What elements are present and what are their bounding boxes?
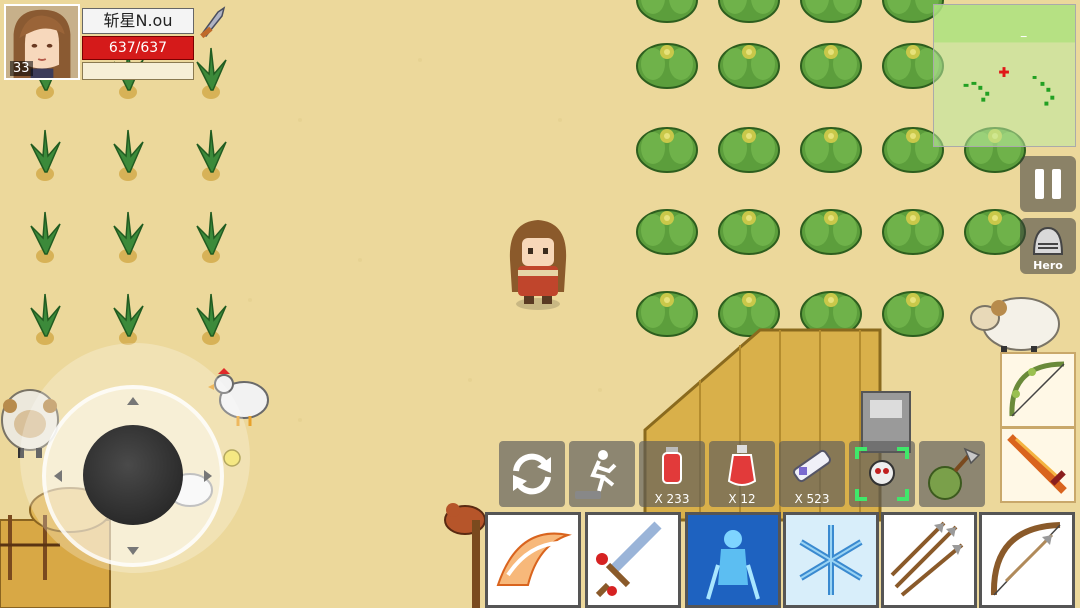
triple-arrow-icon: [890, 521, 964, 597]
skill-bow[interactable]: [979, 512, 1075, 608]
cabbage: [964, 209, 1026, 255]
hero-button[interactable]: Hero: [1020, 218, 1076, 274]
player-name: 斩星N.ou: [82, 8, 194, 34]
cabbage: [882, 291, 944, 337]
refresh-icon: [513, 453, 551, 495]
running-figure-icon: [575, 450, 617, 499]
quick-slot-red-potion[interactable]: X 233: [639, 441, 705, 507]
blue-spirit-icon: [688, 515, 778, 605]
cabbage: [718, 43, 780, 89]
pause-icon: [1035, 169, 1061, 199]
cabbage: [800, 127, 862, 173]
skill-slash-wave[interactable]: [485, 512, 581, 608]
skill-bleeding-sword[interactable]: [585, 512, 681, 608]
quick-slot-big-potion[interactable]: X 12: [709, 441, 775, 507]
cabbage: [800, 209, 862, 255]
snowflake-icon: [786, 515, 876, 605]
big-potion-count: X 12: [728, 492, 756, 506]
signpost: [472, 520, 480, 608]
skill-snowflake[interactable]: [783, 512, 879, 608]
skill-triple-arrow[interactable]: [881, 512, 977, 608]
quick-slot-scroll[interactable]: X 523: [779, 441, 845, 507]
player-hp-bar: 637/637: [82, 36, 194, 60]
player-mp-bar: [82, 62, 194, 80]
minimap[interactable]: [933, 4, 1076, 147]
minimap-player-marker: [999, 67, 1009, 77]
sword-icon[interactable]: [198, 4, 228, 40]
skill-blue-spirit[interactable]: [685, 512, 781, 608]
player-status-card: 33 斩星N.ou 637/637: [4, 4, 226, 80]
cabbage: [636, 43, 698, 89]
cabbage: [636, 291, 698, 337]
auto-run-button[interactable]: [569, 441, 635, 507]
cabbage: [800, 43, 862, 89]
bleeding-sword-icon: [595, 521, 662, 598]
bow-icon: [990, 522, 1061, 596]
minimap-view: [934, 5, 1075, 106]
player-portrait[interactable]: 33: [4, 4, 80, 80]
cabbage: [718, 127, 780, 173]
scroll-count: X 523: [794, 492, 830, 506]
vine-bow-icon: [1009, 361, 1065, 417]
hero-label: Hero: [1033, 259, 1063, 272]
flame-sword-icon: [1007, 434, 1067, 494]
swap-weapon-button[interactable]: [499, 441, 565, 507]
joystick-knob[interactable]: [83, 425, 183, 525]
cabbage: [636, 209, 698, 255]
cabbage: [882, 209, 944, 255]
player-level: 33: [10, 61, 33, 76]
target-skull-icon: [855, 447, 909, 501]
cabbage: [718, 209, 780, 255]
auto-target-button[interactable]: [849, 441, 915, 507]
equipped-sword-slot[interactable]: [1000, 427, 1076, 503]
potion-count: X 233: [654, 492, 690, 506]
axe-bag-icon: [928, 447, 981, 500]
pause-button[interactable]: [1020, 156, 1076, 212]
equipped-bow-slot[interactable]: [1000, 352, 1076, 428]
quick-slot-axe-bag[interactable]: [919, 441, 985, 507]
slash-wave-icon: [496, 532, 572, 586]
cabbage: [636, 127, 698, 173]
